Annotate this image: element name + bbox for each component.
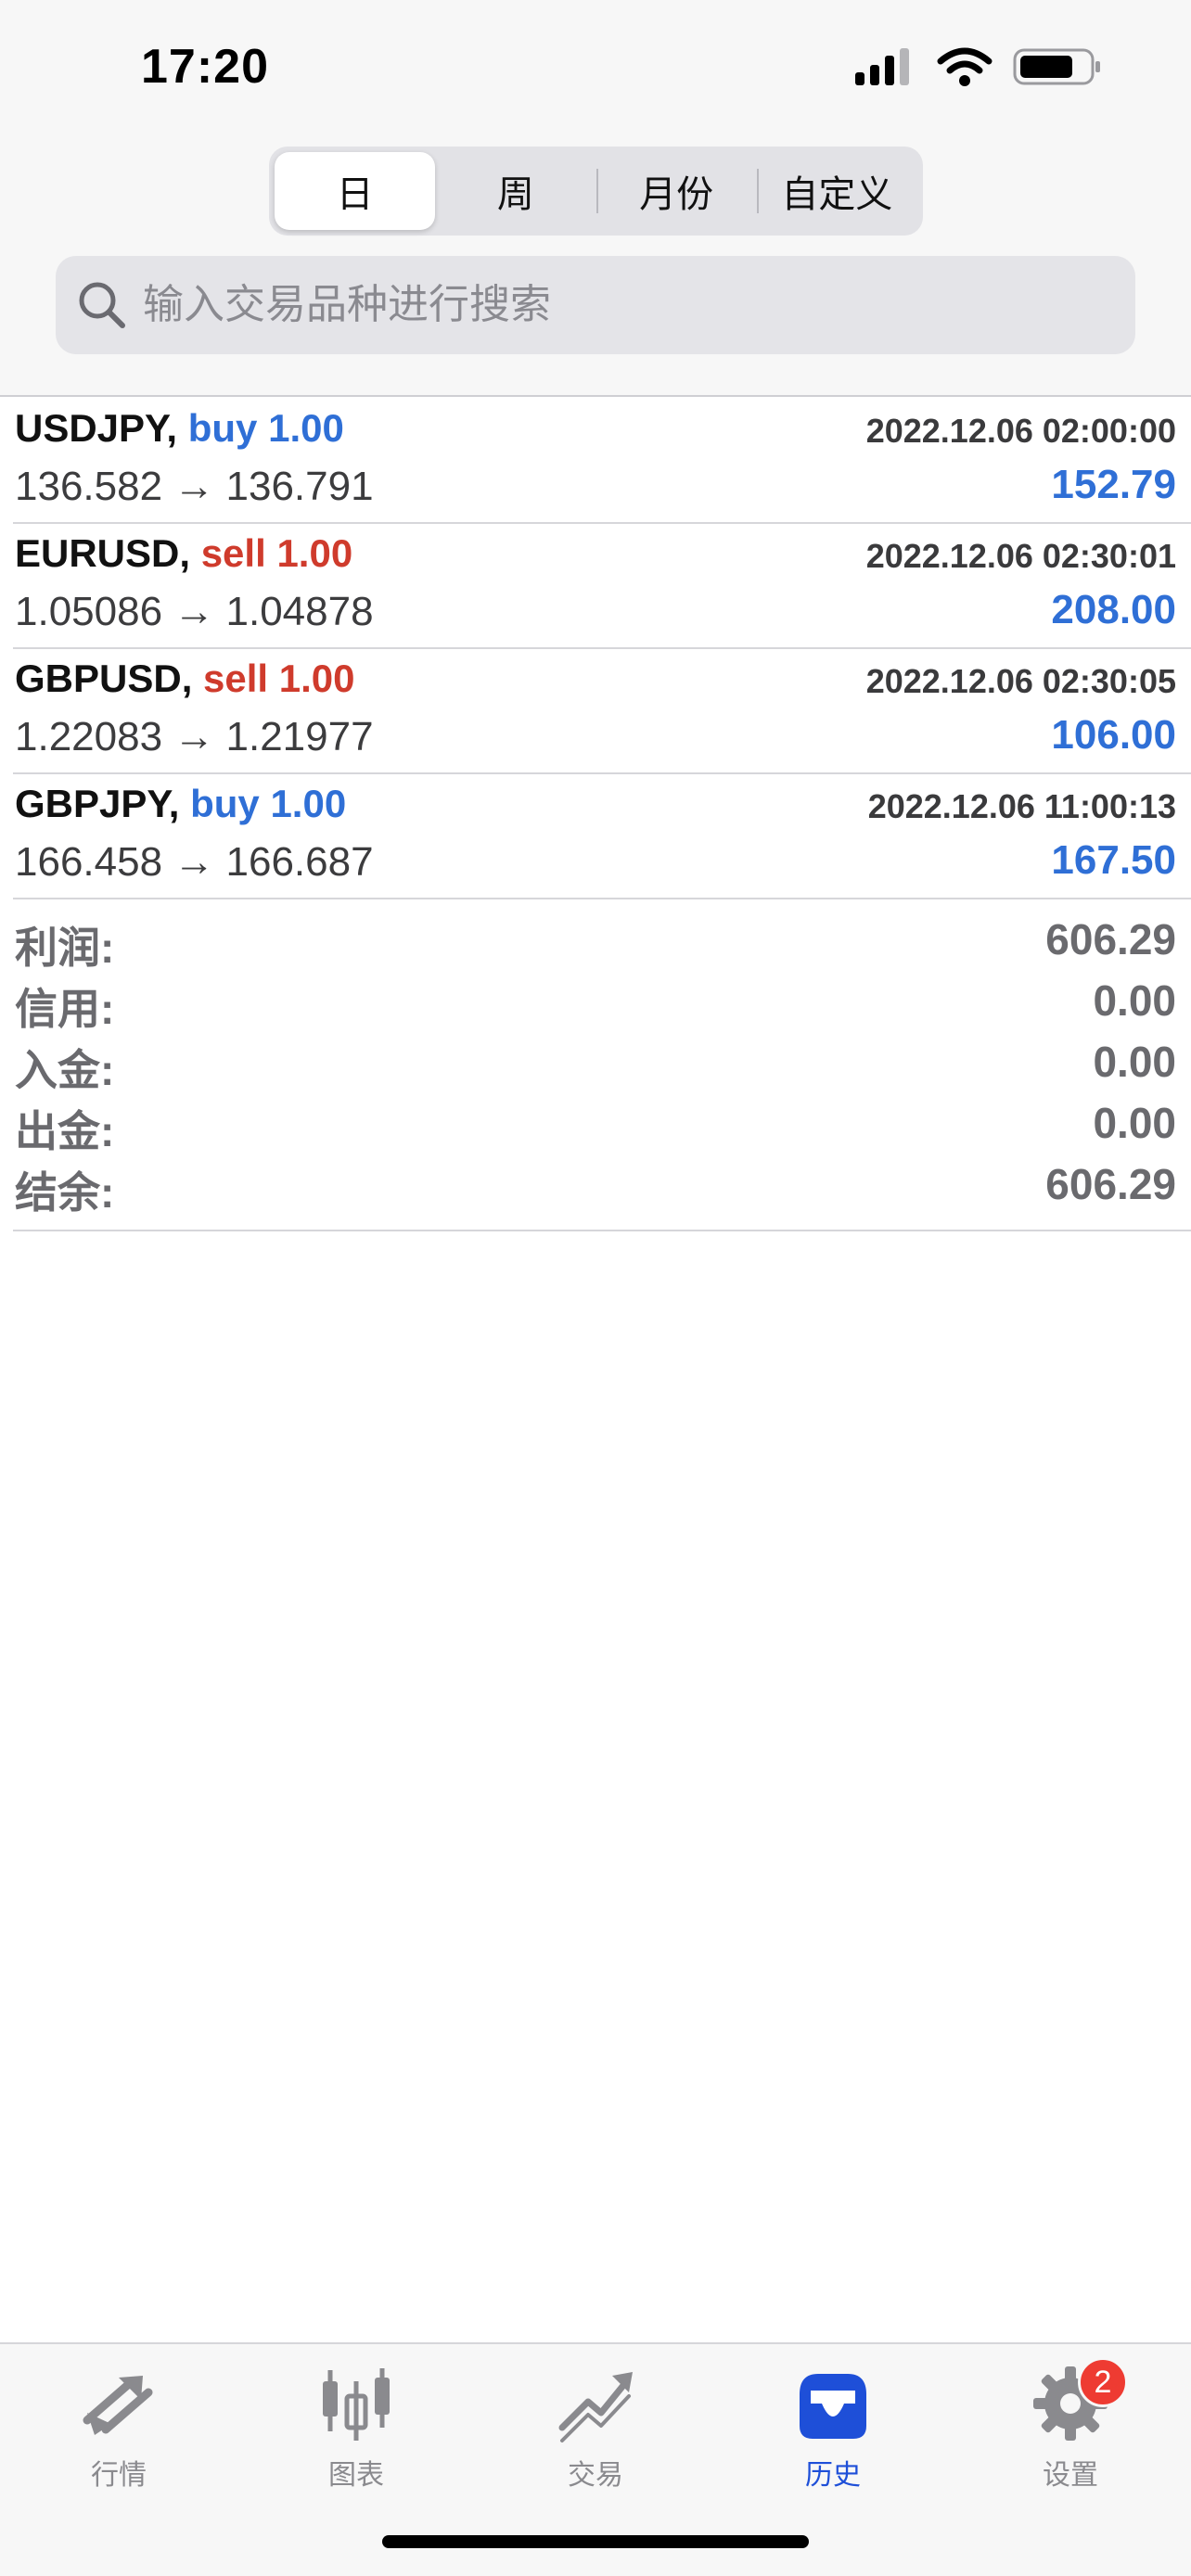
summary-row-balance: 结余: 606.29 bbox=[13, 1144, 1191, 1217]
summary-row-credit: 信用: 0.00 bbox=[13, 961, 1191, 1033]
header: 17:20 日 周 月份 自定义 bbox=[0, 0, 1191, 397]
wifi-icon bbox=[937, 47, 992, 86]
candlestick-chart-icon bbox=[323, 2368, 390, 2441]
deal-prices: 136.582 → 136.791 bbox=[15, 464, 374, 509]
deal-row[interactable]: GBPUSD, sell 1.00 2022.12.06 02:30:05 1.… bbox=[13, 649, 1191, 774]
account-summary: 利润: 606.29 信用: 0.00 入金: 0.00 出金: 0.00 结余… bbox=[13, 899, 1191, 1231]
tab-charts[interactable]: 图表 bbox=[263, 2363, 449, 2502]
tab-trade[interactable]: 交易 bbox=[503, 2363, 688, 2502]
tab-history[interactable]: 历史 bbox=[740, 2363, 926, 2502]
summary-row-profit: 利润: 606.29 bbox=[13, 899, 1191, 972]
deal-volume: 1.00 bbox=[270, 782, 347, 825]
deal-side: buy bbox=[187, 406, 258, 450]
summary-value: 606.29 bbox=[1045, 915, 1176, 963]
summary-value: 606.29 bbox=[1045, 1160, 1176, 1208]
search-bar[interactable] bbox=[56, 256, 1135, 354]
summary-value: 0.00 bbox=[1093, 1099, 1176, 1147]
deal-symbol: USDJPY, bbox=[15, 406, 178, 450]
deal-prices: 166.458 → 166.687 bbox=[15, 839, 374, 885]
deal-datetime: 2022.12.06 02:30:05 bbox=[865, 662, 1176, 700]
deal-datetime: 2022.12.06 02:30:01 bbox=[865, 537, 1176, 575]
deal-datetime: 2022.12.06 02:00:00 bbox=[865, 412, 1176, 450]
deal-side: sell bbox=[203, 657, 269, 700]
trade-trend-icon bbox=[558, 2372, 633, 2442]
quotes-arrows-icon bbox=[83, 2376, 153, 2435]
deal-side: sell bbox=[200, 531, 266, 575]
deal-profit: 167.50 bbox=[1051, 837, 1176, 883]
summary-row-withdrawal: 出金: 0.00 bbox=[13, 1083, 1191, 1155]
deal-row[interactable]: USDJPY, buy 1.00 2022.12.06 02:00:00 136… bbox=[13, 399, 1191, 524]
tab-settings[interactable]: 2 设置 bbox=[978, 2357, 1163, 2502]
battery-icon bbox=[1013, 48, 1100, 85]
cellular-signal-icon bbox=[855, 48, 909, 85]
deal-profit: 208.00 bbox=[1051, 587, 1176, 632]
deal-volume: 1.00 bbox=[268, 406, 344, 450]
notification-badge: 2 bbox=[1078, 2357, 1128, 2407]
deal-prices: 1.05086 → 1.04878 bbox=[15, 589, 374, 634]
deal-side: buy bbox=[190, 782, 260, 825]
tab-label: 行情 bbox=[91, 2460, 147, 2491]
summary-row-deposit: 入金: 0.00 bbox=[13, 1022, 1191, 1094]
summary-label: 结余: bbox=[15, 1168, 115, 1217]
deals-list: USDJPY, buy 1.00 2022.12.06 02:00:00 136… bbox=[13, 399, 1191, 899]
home-indicator[interactable] bbox=[382, 2535, 809, 2548]
deal-profit: 106.00 bbox=[1051, 712, 1176, 758]
inbox-tray-icon bbox=[800, 2374, 866, 2439]
status-bar: 17:20 bbox=[0, 0, 1191, 139]
segment-week[interactable]: 周 bbox=[435, 152, 596, 230]
search-input[interactable] bbox=[143, 282, 1070, 328]
tab-quotes[interactable]: 行情 bbox=[26, 2363, 211, 2502]
summary-value: 0.00 bbox=[1093, 1038, 1176, 1086]
segment-custom[interactable]: 自定义 bbox=[756, 152, 917, 230]
deal-volume: 1.00 bbox=[278, 657, 355, 700]
segment-day[interactable]: 日 bbox=[275, 152, 436, 230]
summary-value: 0.00 bbox=[1093, 976, 1176, 1025]
deal-datetime: 2022.12.06 11:00:13 bbox=[867, 787, 1176, 825]
deal-row[interactable]: GBPJPY, buy 1.00 2022.12.06 11:00:13 166… bbox=[13, 774, 1191, 899]
deal-symbol-line: GBPJPY, buy 1.00 bbox=[15, 782, 346, 826]
status-icons bbox=[853, 46, 1102, 87]
deal-row[interactable]: EURUSD, sell 1.00 2022.12.06 02:30:01 1.… bbox=[13, 524, 1191, 649]
deal-volume: 1.00 bbox=[276, 531, 353, 575]
deal-profit: 152.79 bbox=[1051, 462, 1176, 507]
deal-symbol-line: EURUSD, sell 1.00 bbox=[15, 531, 352, 576]
tab-label: 图表 bbox=[328, 2460, 384, 2491]
deal-symbol: EURUSD, bbox=[15, 531, 191, 575]
segment-month[interactable]: 月份 bbox=[596, 152, 757, 230]
period-segmented-control: 日 周 月份 自定义 bbox=[269, 147, 923, 236]
tab-label: 交易 bbox=[568, 2460, 623, 2491]
deal-symbol: GBPJPY, bbox=[15, 782, 180, 825]
tab-label: 历史 bbox=[805, 2460, 861, 2491]
tab-label: 设置 bbox=[1043, 2460, 1098, 2491]
deal-symbol-line: USDJPY, buy 1.00 bbox=[15, 406, 344, 451]
status-time: 17:20 bbox=[141, 40, 269, 94]
deal-prices: 1.22083 → 1.21977 bbox=[15, 714, 374, 759]
deal-symbol: GBPUSD, bbox=[15, 657, 193, 700]
deal-symbol-line: GBPUSD, sell 1.00 bbox=[15, 657, 355, 701]
search-icon bbox=[79, 282, 125, 328]
